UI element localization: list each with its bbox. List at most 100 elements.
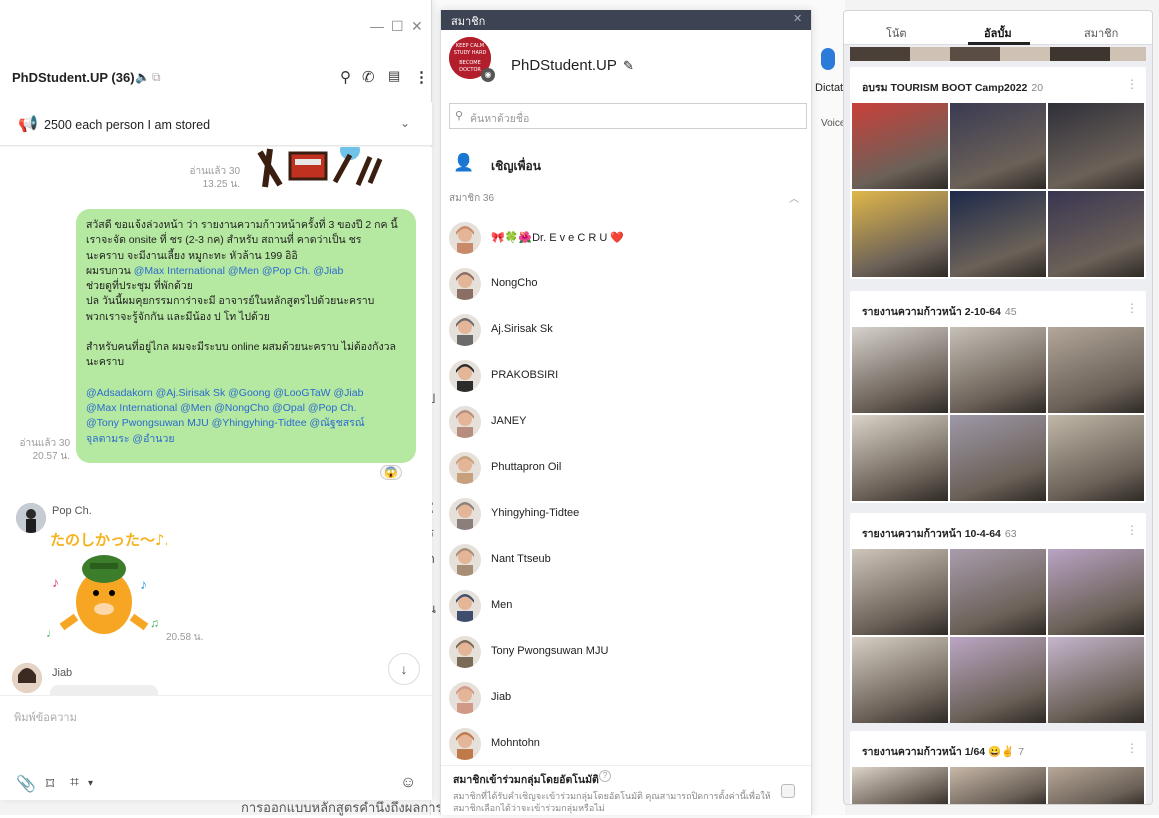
member-row[interactable]: PRAKOBSIRI — [441, 352, 811, 398]
message-composer[interactable]: พิมพ์ข้อความ 📎 ⌑ ⌗ ▾ ☺ — [0, 695, 432, 800]
crop-icon[interactable]: ⌗ — [70, 774, 79, 792]
album-thumbnail[interactable] — [1048, 637, 1144, 723]
help-icon[interactable]: ? — [599, 770, 611, 782]
message-list[interactable]: อ่านแล้ว 30 13.25 น. สวัสดี ขอแจ้งล่วงหน… — [0, 147, 432, 695]
avatar[interactable] — [449, 590, 481, 622]
auto-join-checkbox[interactable] — [781, 784, 795, 798]
member-row[interactable]: Tony Pwongsuwan MJU — [441, 628, 811, 674]
mention-link[interactable]: @Adsadakorn @Aj.Sirisak Sk @Goong @LooGT… — [86, 386, 406, 401]
album-thumbnail[interactable] — [852, 767, 948, 804]
invite-friends-row[interactable]: 👤 เชิญเพื่อน — [441, 143, 811, 183]
album-card[interactable]: รายงานความก้าวหน้า 10-4-64 63 ⋮ — [850, 513, 1146, 723]
album-thumbnail[interactable] — [950, 415, 1046, 501]
bookmark-icon[interactable]: ⌑ — [46, 774, 54, 794]
album-thumbnail[interactable] — [852, 415, 948, 501]
album-card[interactable]: รายงานความก้าวหน้า 1/64 😀✌️ 7 ⋮ — [850, 731, 1146, 804]
group-title[interactable]: PhDStudent.UP (36) — [12, 70, 135, 85]
avatar[interactable] — [449, 406, 481, 438]
member-row[interactable]: JANEY — [441, 398, 811, 444]
avatar[interactable] — [449, 360, 481, 392]
svg-text:♪: ♪ — [140, 576, 147, 592]
message-line: นะคราบ จะมีงานเลี้ยง หมูกะทะ หัวล้าน 199… — [86, 249, 298, 262]
member-row[interactable]: Mohntohn — [441, 720, 811, 766]
chevron-down-icon[interactable]: ▾ — [88, 778, 93, 789]
avatar[interactable] — [12, 663, 42, 693]
member-row[interactable]: NongCho — [441, 260, 811, 306]
chevron-up-icon[interactable]: ︿ — [789, 190, 799, 205]
mute-icon[interactable]: 🔈 — [135, 70, 150, 84]
album-card[interactable]: อบรม TOURISM BOOT Camp2022 20 ⋮ — [850, 67, 1146, 279]
mention-link[interactable]: @Tony Pwongsuwan MJU @Yhingyhing-Tidtee … — [86, 416, 406, 431]
message-line: ช่วยดูที่ประชุม ที่พักด้วย — [86, 280, 193, 293]
sticker-image[interactable]: たのしかった〜♪♪ ♪ ♪ ♫ ♩ — [42, 527, 167, 647]
avatar[interactable] — [449, 222, 481, 254]
search-icon[interactable]: ⚲ — [340, 68, 351, 86]
notes-icon[interactable]: ▤ — [388, 68, 400, 84]
album-thumbnail[interactable] — [1048, 767, 1144, 804]
album-thumbnail[interactable] — [852, 191, 948, 277]
album-thumbnail[interactable] — [1048, 327, 1144, 413]
message-bubble[interactable] — [50, 685, 158, 695]
member-row[interactable]: Yhingyhing-Tidtee — [441, 490, 811, 536]
call-icon[interactable]: ✆ — [362, 68, 375, 86]
auto-join-description: สมาชิกที่ได้รับคำเชิญจะเข้าร่วมกลุ่มโดยอ… — [453, 791, 771, 813]
avatar[interactable] — [449, 268, 481, 300]
more-icon[interactable]: ⋮ — [414, 68, 429, 86]
microphone-icon[interactable] — [821, 48, 835, 70]
attach-icon[interactable]: 📎 — [16, 774, 36, 794]
more-icon[interactable]: ⋮ — [1126, 523, 1138, 537]
album-thumbnail[interactable] — [950, 103, 1046, 189]
edit-icon[interactable]: ✎ — [623, 58, 634, 74]
close-icon[interactable]: ✕ — [793, 12, 802, 25]
album-thumbnail[interactable] — [1048, 191, 1144, 277]
member-row[interactable]: Jiab — [441, 674, 811, 720]
more-icon[interactable]: ⋮ — [1126, 301, 1138, 315]
more-icon[interactable]: ⋮ — [1126, 741, 1138, 755]
chevron-down-icon[interactable]: ⌄ — [400, 116, 410, 130]
member-row[interactable]: Phuttapron Oil — [441, 444, 811, 490]
mention-link[interactable]: @Max International @Men @NongCho @Opal @… — [86, 401, 406, 416]
avatar[interactable] — [449, 498, 481, 530]
reaction-badge[interactable]: 😱 — [380, 465, 402, 480]
minimize-button[interactable]: — — [370, 18, 384, 34]
avatar[interactable] — [449, 544, 481, 576]
mention-link[interactable]: @Max International @Men @Pop Ch. @Jiab — [134, 265, 344, 277]
album-thumbnail[interactable] — [852, 549, 948, 635]
album-thumbnail[interactable] — [852, 327, 948, 413]
member-row[interactable]: Aj.Sirisak Sk — [441, 306, 811, 352]
member-row[interactable]: Nant Ttseub — [441, 536, 811, 582]
mention-link[interactable]: จุลตามระ @อำนวย — [86, 432, 406, 447]
album-thumbnail[interactable] — [1048, 415, 1144, 501]
album-thumbnail[interactable] — [950, 549, 1046, 635]
album-thumbnail[interactable] — [950, 767, 1046, 804]
copy-icon[interactable]: ⧉ — [152, 70, 161, 85]
avatar[interactable] — [449, 728, 481, 760]
message-input[interactable]: พิมพ์ข้อความ — [14, 708, 77, 726]
announcement-bar[interactable]: 📢 2500 each person I am stored ⌄ — [0, 102, 432, 146]
group-avatar-text: KEEP CALM — [456, 43, 484, 49]
album-title: รายงานความก้าวหน้า 10-4-64 63 — [862, 525, 1017, 542]
more-icon[interactable]: ⋮ — [1126, 77, 1138, 91]
album-thumbnail[interactable] — [852, 103, 948, 189]
album-thumbnail[interactable] — [1048, 549, 1144, 635]
message-bubble[interactable]: สวัสดี ขอแจ้งล่วงหน้า ว่า รายงานความก้าว… — [76, 209, 416, 463]
album-thumbnail[interactable] — [950, 327, 1046, 413]
member-search-input[interactable]: ⚲ ค้นหาด้วยชื่อ — [449, 103, 807, 129]
maximize-button[interactable]: ☐ — [391, 18, 404, 35]
album-thumbnail[interactable] — [1048, 103, 1144, 189]
dictate-label[interactable]: Dictat — [815, 82, 843, 94]
album-thumbnail[interactable] — [852, 637, 948, 723]
avatar[interactable] — [449, 452, 481, 484]
member-row[interactable]: Men — [441, 582, 811, 628]
album-thumbnail[interactable] — [950, 637, 1046, 723]
album-card[interactable]: รายงานความก้าวหน้า 2-10-64 45 ⋮ — [850, 291, 1146, 503]
camera-icon[interactable]: ◉ — [481, 68, 495, 82]
member-row[interactable]: 🎀🍀🌺Dr. E v e C R U ❤️ — [441, 214, 811, 260]
close-button[interactable]: ✕ — [411, 18, 423, 35]
scroll-to-bottom-button[interactable]: ↓ — [388, 653, 420, 685]
avatar[interactable] — [449, 314, 481, 346]
emoji-icon[interactable]: ☺ — [400, 774, 416, 792]
avatar[interactable] — [449, 636, 481, 668]
avatar[interactable] — [449, 682, 481, 714]
album-thumbnail[interactable] — [950, 191, 1046, 277]
